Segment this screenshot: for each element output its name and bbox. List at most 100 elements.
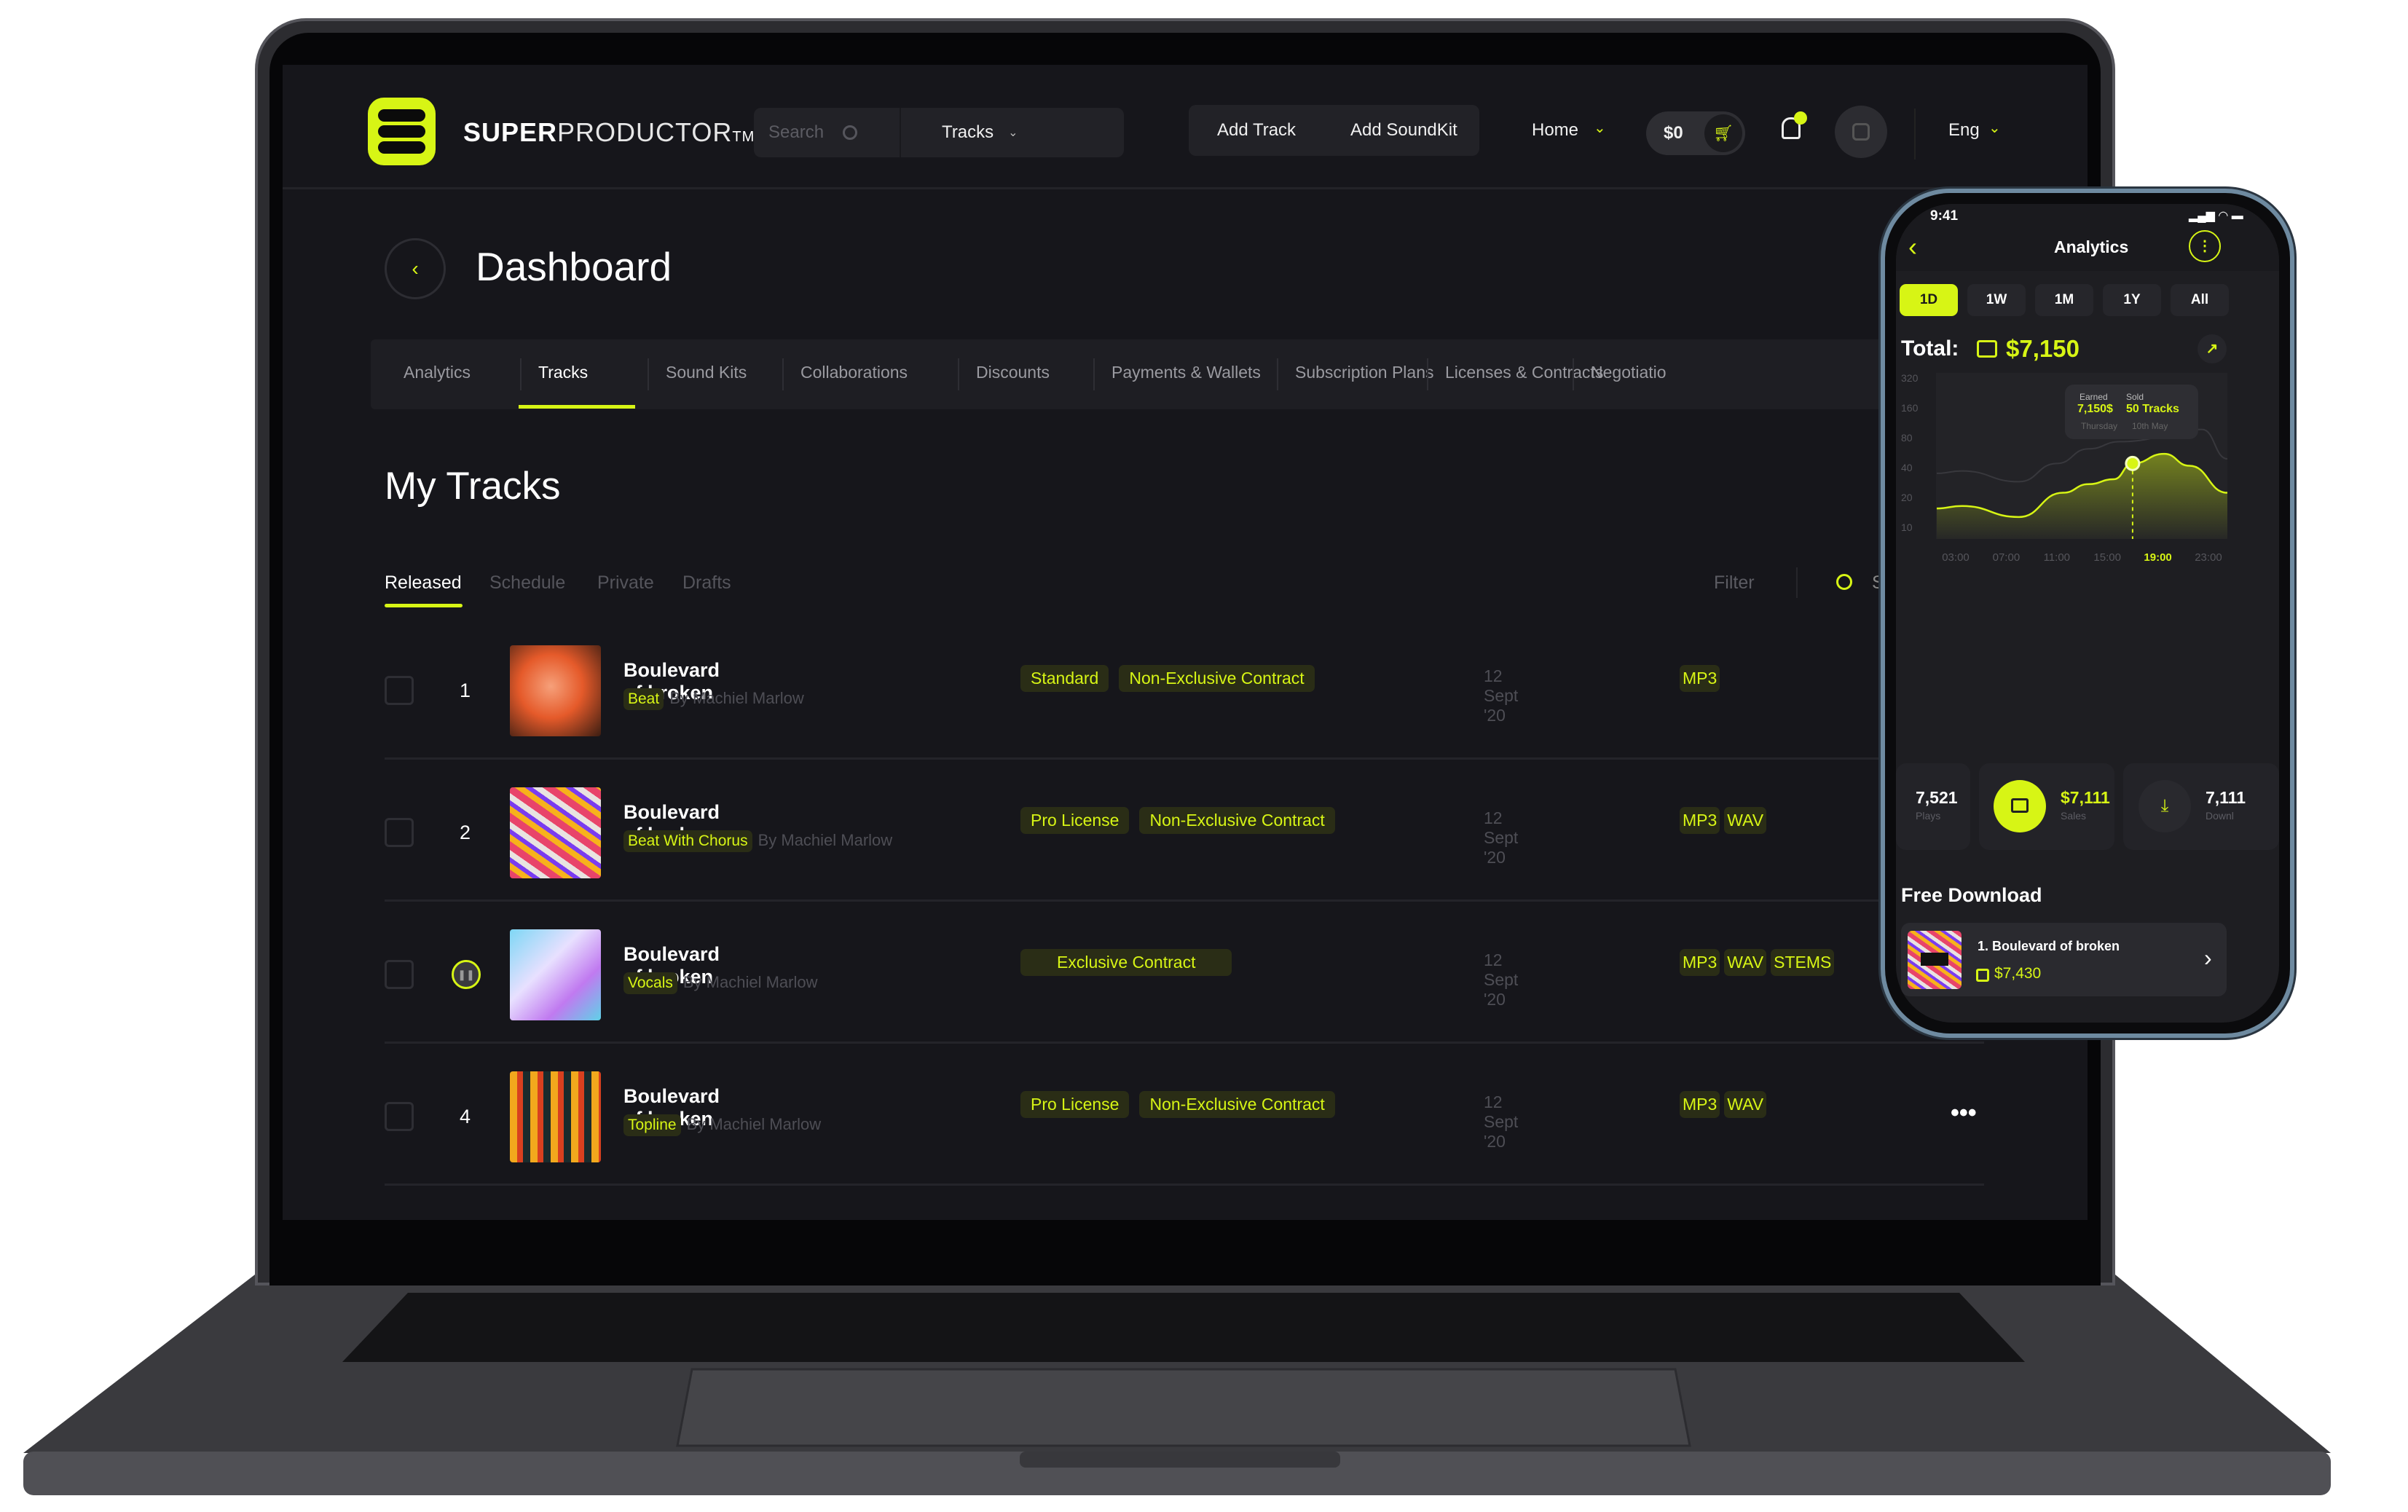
track-author: By Machiel Marlow — [669, 689, 804, 707]
stat-value-downloads: 7,111 — [2206, 788, 2246, 807]
tab-subscription-plans[interactable]: Subscription Plans — [1295, 363, 1434, 382]
stat-value-plays: 7,521 — [1916, 788, 1958, 807]
license-tag: Non-Exclusive Contract — [1139, 807, 1335, 834]
more-menu-button[interactable]: ⋮ — [2189, 230, 2221, 262]
free-download-item[interactable]: 1. Boulevard of broken $7,430 › — [1901, 923, 2227, 996]
period-1w[interactable]: 1W — [1967, 284, 2026, 316]
format-tag: WAV — [1724, 1091, 1767, 1118]
tab-negotiatio[interactable]: Negotiatio — [1591, 363, 1667, 382]
row-separator — [385, 1184, 1984, 1186]
subtab-released[interactable]: Released — [385, 572, 462, 594]
subtab-schedule[interactable]: Schedule — [489, 572, 565, 594]
track-meta: Beat With Chorus By Machiel Marlow — [623, 830, 892, 852]
chevron-down-icon: ⌄ — [1008, 127, 1018, 139]
stat-value-sales: $7,111 — [2061, 788, 2110, 807]
sold-label: Sold — [2126, 392, 2144, 402]
tab-collaborations[interactable]: Collaborations — [800, 363, 908, 382]
total-value: $7,150 — [2006, 335, 2080, 362]
more-options-icon[interactable]: ••• — [1951, 1099, 1977, 1127]
track-thumbnail — [510, 929, 601, 1020]
brand-tm: TM — [732, 129, 755, 145]
brand-name[interactable]: SUPERPRODUCTORTM — [463, 117, 755, 148]
license-tags: Pro License Non-Exclusive Contract — [1020, 807, 1345, 834]
tab-discounts[interactable]: Discounts — [976, 363, 1050, 382]
back-icon[interactable]: ‹ — [1908, 232, 1917, 262]
tab-tracks[interactable]: Tracks — [538, 363, 588, 382]
period-all[interactable]: All — [2171, 284, 2229, 316]
keyboard — [342, 1293, 2025, 1362]
row-separator — [385, 757, 1984, 760]
cart-icon: 🛒︎ — [1704, 114, 1742, 152]
search-box[interactable]: Search Tracks ⌄ — [754, 108, 1124, 157]
track-thumbnail — [510, 787, 601, 878]
expand-button[interactable]: ↗ — [2198, 334, 2227, 363]
free-item-price: $7,430 — [1994, 965, 2042, 982]
section-title: My Tracks — [385, 465, 561, 508]
filter-button[interactable]: Filter — [1714, 572, 1755, 594]
x-tick-label: 19:00 — [2144, 551, 2171, 564]
pause-button[interactable]: ❚❚ — [452, 960, 481, 989]
track-thumbnail — [510, 1071, 601, 1162]
license-tags: Exclusive Contract — [1020, 949, 1242, 976]
tab-sound-kits[interactable]: Sound Kits — [666, 363, 747, 382]
add-track-button[interactable]: Add Track — [1217, 120, 1296, 141]
tab-bar: Analytics Tracks Sound Kits Collaborations D… — [371, 339, 1900, 409]
format-tags: MP3 WAV STEMS — [1680, 949, 1838, 976]
track-type-badge: Topline — [623, 1114, 681, 1136]
tab-separator — [1093, 358, 1095, 390]
tab-licenses-contracts[interactable]: Licenses & Contracts — [1445, 363, 1603, 382]
period-1d[interactable]: 1D — [1900, 284, 1958, 316]
y-tick-label: 320 — [1901, 372, 1919, 384]
divider — [1796, 567, 1798, 598]
row-separator — [385, 899, 1984, 902]
y-tick-label: 20 — [1901, 492, 1913, 503]
row-checkbox[interactable] — [385, 818, 414, 847]
cart-amount: $0 — [1664, 123, 1683, 143]
stat-label-downloads: Downl — [2206, 810, 2234, 822]
format-tags: MP3 WAV — [1680, 807, 1771, 834]
tab-separator — [958, 358, 959, 390]
download-icon: ⤓ — [2139, 780, 2191, 832]
release-date: 12 Sept '20 — [1484, 1092, 1519, 1151]
subtab-private[interactable]: Private — [597, 572, 654, 594]
track-type-badge: Vocals — [623, 972, 677, 994]
tab-payments-wallets[interactable]: Payments & Wallets — [1111, 363, 1261, 382]
format-tags: MP3 — [1680, 665, 1724, 692]
brand-bold: SUPER — [463, 117, 558, 147]
back-button[interactable]: ‹ — [385, 238, 446, 299]
tab-separator — [1427, 358, 1428, 390]
row-checkbox[interactable] — [385, 1102, 414, 1131]
avatar[interactable] — [1835, 106, 1887, 158]
stat-label-plays: Plays — [1916, 810, 1941, 822]
period-1m[interactable]: 1M — [2035, 284, 2093, 316]
search-input[interactable]: Search — [768, 122, 824, 143]
cart-button[interactable]: $0 🛒︎ — [1646, 111, 1745, 155]
total-label: Total: — [1901, 336, 1959, 361]
search-icon — [843, 125, 858, 140]
status-icons: ▂▄▆ ◠ ▬ — [2189, 210, 2243, 222]
subtab-drafts[interactable]: Drafts — [682, 572, 731, 594]
row-checkbox[interactable] — [385, 676, 414, 705]
track-meta: Topline By Machiel Marlow — [623, 1114, 821, 1136]
tab-analytics[interactable]: Analytics — [404, 363, 471, 382]
home-dropdown[interactable]: Home — [1532, 120, 1578, 141]
language-dropdown[interactable]: Eng — [1948, 120, 1980, 141]
tab-separator — [1277, 358, 1278, 390]
chevron-down-icon: ⌄ — [1988, 120, 2001, 136]
highlight-point[interactable] — [2125, 455, 2141, 471]
page-title: Dashboard — [476, 244, 672, 289]
track-author: By Machiel Marlow — [686, 1115, 822, 1133]
base-notch — [1020, 1452, 1340, 1468]
tab-separator — [1573, 358, 1574, 390]
logo-icon[interactable] — [368, 98, 436, 165]
format-tag: MP3 — [1680, 949, 1720, 976]
category-dropdown[interactable]: Tracks — [942, 122, 994, 143]
chart-tooltip: Earned Sold 7,150$ 50 Tracks Thursday 10… — [2065, 385, 2198, 439]
add-soundkit-button[interactable]: Add SoundKit — [1350, 120, 1457, 141]
earned-label: Earned — [2080, 392, 2108, 402]
period-1y[interactable]: 1Y — [2103, 284, 2161, 316]
chevron-right-icon[interactable]: › — [2204, 945, 2212, 972]
row-checkbox[interactable] — [385, 960, 414, 989]
release-date: 12 Sept '20 — [1484, 666, 1519, 725]
search-icon[interactable] — [1836, 574, 1852, 590]
